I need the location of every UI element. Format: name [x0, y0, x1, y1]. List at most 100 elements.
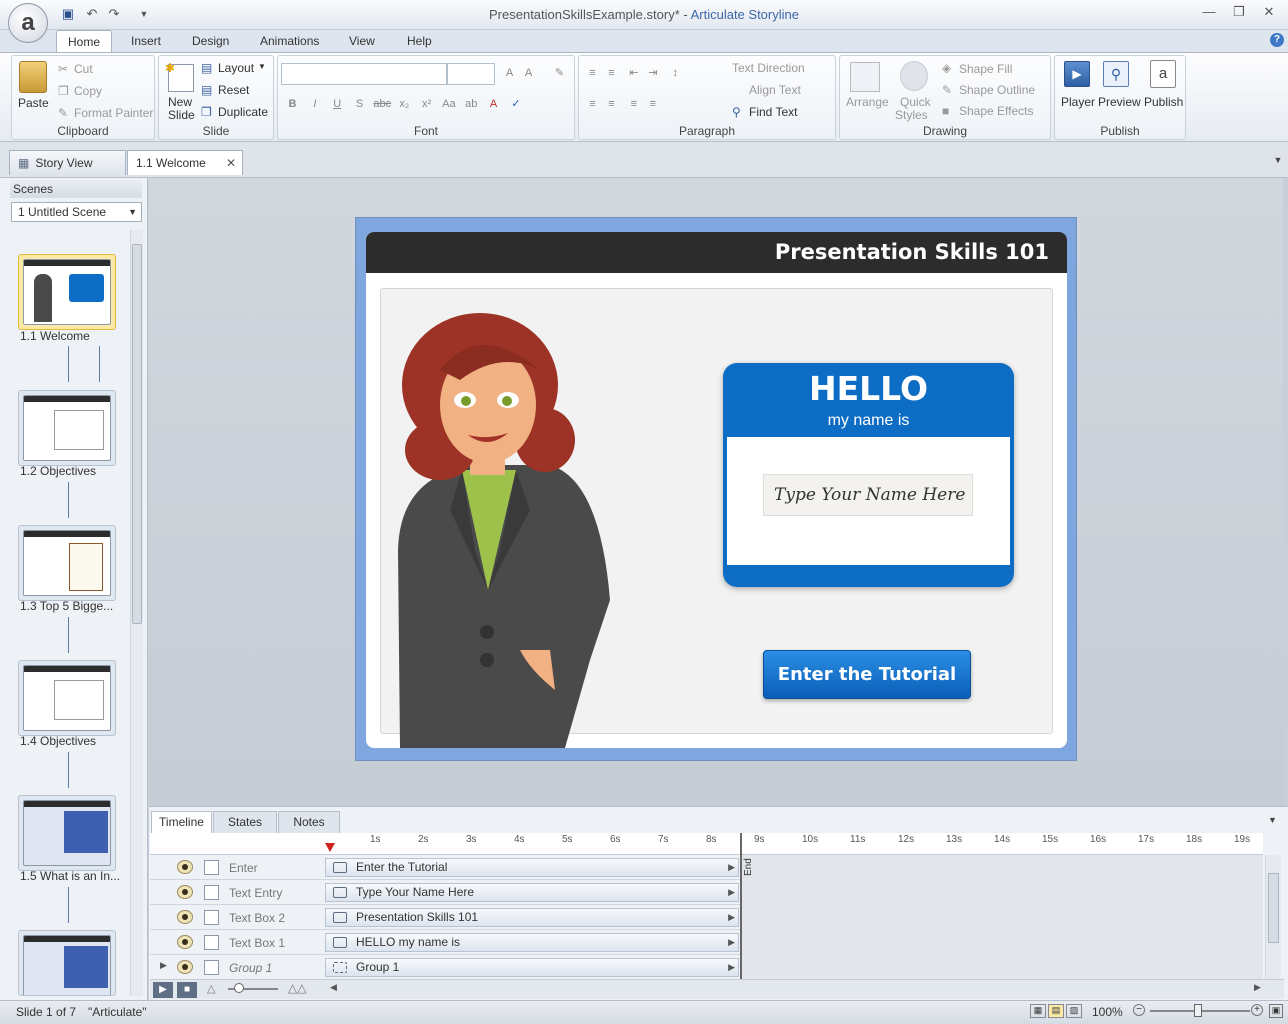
shape-fill-button[interactable]: Shape Fill — [959, 62, 1012, 76]
timeline-row[interactable]: Enter Enter the Tutorial ▶ — [150, 855, 740, 880]
quick-styles-button-line1[interactable]: Quick — [900, 95, 931, 109]
publish-button[interactable]: Publish — [1144, 95, 1183, 109]
close-window-button[interactable]: ✕ — [1256, 2, 1282, 22]
tab-timeline[interactable]: Timeline — [151, 811, 212, 833]
clear-format-icon[interactable]: ✎ — [550, 63, 569, 82]
slide-thumbnail-5[interactable] — [18, 795, 116, 871]
restore-button[interactable]: ❐ — [1226, 2, 1252, 22]
zoom-out-timeline-icon[interactable]: △ — [207, 982, 215, 995]
player-button[interactable]: Player — [1061, 95, 1095, 109]
scroll-right-icon[interactable]: ▶ — [1254, 982, 1261, 993]
timeline-zoom-handle[interactable] — [234, 983, 244, 993]
app-logo-button[interactable]: a — [8, 3, 48, 43]
quick-styles-button-line2[interactable]: Styles — [895, 108, 928, 122]
expand-group-icon[interactable]: ▶ — [160, 960, 167, 971]
normal-view-icon[interactable]: ▦ — [1030, 1004, 1046, 1018]
tab-list-dropdown-icon[interactable]: ▼ — [1270, 155, 1286, 171]
expand-arrow-icon[interactable]: ▶ — [728, 909, 735, 926]
tab-story-view[interactable]: ▦ Story View — [9, 150, 126, 175]
line-spacing-icon[interactable]: ↕ — [666, 63, 685, 82]
underline-icon[interactable]: U — [328, 94, 347, 113]
shrink-font-icon[interactable]: A — [519, 63, 538, 82]
paste-button[interactable]: Paste — [18, 96, 49, 110]
font-family-select[interactable] — [281, 63, 447, 85]
align-center-icon[interactable]: ≡ — [602, 94, 621, 113]
zoom-in-icon[interactable]: + — [1251, 1004, 1263, 1016]
align-right-icon[interactable]: ≡ — [624, 94, 643, 113]
shape-effects-button[interactable]: Shape Effects — [959, 104, 1034, 118]
minimize-button[interactable]: — — [1196, 2, 1222, 22]
name-text-entry[interactable]: Type Your Name Here — [763, 474, 973, 516]
zoom-out-icon[interactable]: − — [1133, 1004, 1145, 1016]
timeline-row[interactable]: Text Entry Type Your Name Here ▶ — [150, 880, 740, 905]
slide-thumbnail-1[interactable] — [18, 254, 116, 330]
format-painter-icon[interactable]: ✎ — [58, 106, 68, 120]
cut-button[interactable]: Cut — [74, 62, 93, 76]
expand-arrow-icon[interactable]: ▶ — [728, 959, 735, 976]
lock-checkbox[interactable] — [204, 910, 219, 925]
bullets-icon[interactable]: ≡ — [583, 63, 602, 82]
lock-checkbox[interactable] — [204, 860, 219, 875]
superscript-icon[interactable]: x² — [417, 94, 436, 113]
spellcheck-icon[interactable]: ✓ — [506, 94, 525, 113]
help-icon[interactable]: ? — [1270, 33, 1284, 47]
tab-slide-welcome[interactable]: 1.1 Welcome ✕ — [127, 150, 243, 175]
eye-icon[interactable] — [177, 885, 193, 899]
presenter-character-image[interactable] — [380, 300, 640, 748]
font-size-select[interactable] — [447, 63, 495, 85]
italic-icon[interactable]: I — [305, 94, 324, 113]
timeline-row[interactable]: ▶ Group 1 Group 1 ▶ — [150, 955, 740, 980]
subscript-icon[interactable]: x₂ — [395, 94, 414, 113]
duplicate-button[interactable]: Duplicate — [218, 105, 268, 119]
expand-arrow-icon[interactable]: ▶ — [728, 859, 735, 876]
layout-button[interactable]: Layout — [218, 61, 254, 75]
scrollbar-thumb[interactable] — [132, 244, 142, 624]
scrollbar-thumb[interactable] — [1268, 873, 1279, 943]
zoom-in-timeline-icon[interactable]: △△ — [288, 981, 306, 995]
timeline-bar[interactable]: Group 1 ▶ — [325, 958, 739, 977]
grow-font-icon[interactable]: A — [500, 63, 519, 82]
lock-checkbox[interactable] — [204, 935, 219, 950]
tab-insert[interactable]: Insert — [120, 30, 172, 53]
scenes-scrollbar[interactable] — [130, 230, 143, 996]
align-left-icon[interactable]: ≡ — [583, 94, 602, 113]
eye-icon[interactable] — [177, 860, 193, 874]
expand-arrow-icon[interactable]: ▶ — [728, 934, 735, 951]
tab-design[interactable]: Design — [181, 30, 240, 53]
slide-view-icon[interactable]: ▤ — [1048, 1004, 1064, 1018]
preview-button[interactable]: Preview — [1098, 95, 1141, 109]
timeline-bar[interactable]: Enter the Tutorial ▶ — [325, 858, 739, 877]
timeline-bar[interactable]: HELLO my name is ▶ — [325, 933, 739, 952]
slide-thumbnail-6[interactable] — [18, 930, 116, 996]
increase-indent-icon[interactable]: ⇥ — [643, 63, 662, 82]
preview-view-icon[interactable]: ▨ — [1066, 1004, 1082, 1018]
slide-thumbnail-4[interactable] — [18, 660, 116, 736]
strikethrough-icon[interactable]: abc — [372, 94, 391, 113]
slide-thumbnail-2[interactable] — [18, 390, 116, 466]
shape-outline-button[interactable]: Shape Outline — [959, 83, 1035, 97]
numbering-icon[interactable]: ≡ — [602, 63, 621, 82]
scroll-left-icon[interactable]: ◀ — [330, 982, 337, 993]
new-slide-button-line1[interactable]: New — [168, 95, 192, 109]
change-case-icon[interactable]: Aa — [439, 94, 458, 113]
slide-title[interactable]: Presentation Skills 101 — [775, 240, 1049, 264]
decrease-indent-icon[interactable]: ⇤ — [624, 63, 643, 82]
timeline-row[interactable]: Text Box 2 Presentation Skills 101 ▶ — [150, 905, 740, 930]
slide-thumbnail-3[interactable] — [18, 525, 116, 601]
expand-arrow-icon[interactable]: ▶ — [728, 884, 735, 901]
eye-icon[interactable] — [177, 910, 193, 924]
reset-button[interactable]: Reset — [218, 83, 249, 97]
play-icon[interactable]: ▶ — [153, 982, 173, 998]
end-marker-line[interactable] — [740, 833, 742, 979]
find-text-button[interactable]: Find Text — [749, 105, 797, 119]
justify-icon[interactable]: ≡ — [643, 94, 662, 113]
tab-animations[interactable]: Animations — [249, 30, 330, 53]
eye-icon[interactable] — [177, 935, 193, 949]
close-tab-icon[interactable]: ✕ — [226, 151, 236, 175]
copy-button[interactable]: Copy — [74, 84, 102, 98]
bold-icon[interactable]: B — [283, 94, 302, 113]
timeline-bar[interactable]: Type Your Name Here ▶ — [325, 883, 739, 902]
align-text-button[interactable]: Align Text — [732, 83, 801, 97]
tab-view[interactable]: View — [338, 30, 386, 53]
tab-notes[interactable]: Notes — [278, 811, 340, 833]
